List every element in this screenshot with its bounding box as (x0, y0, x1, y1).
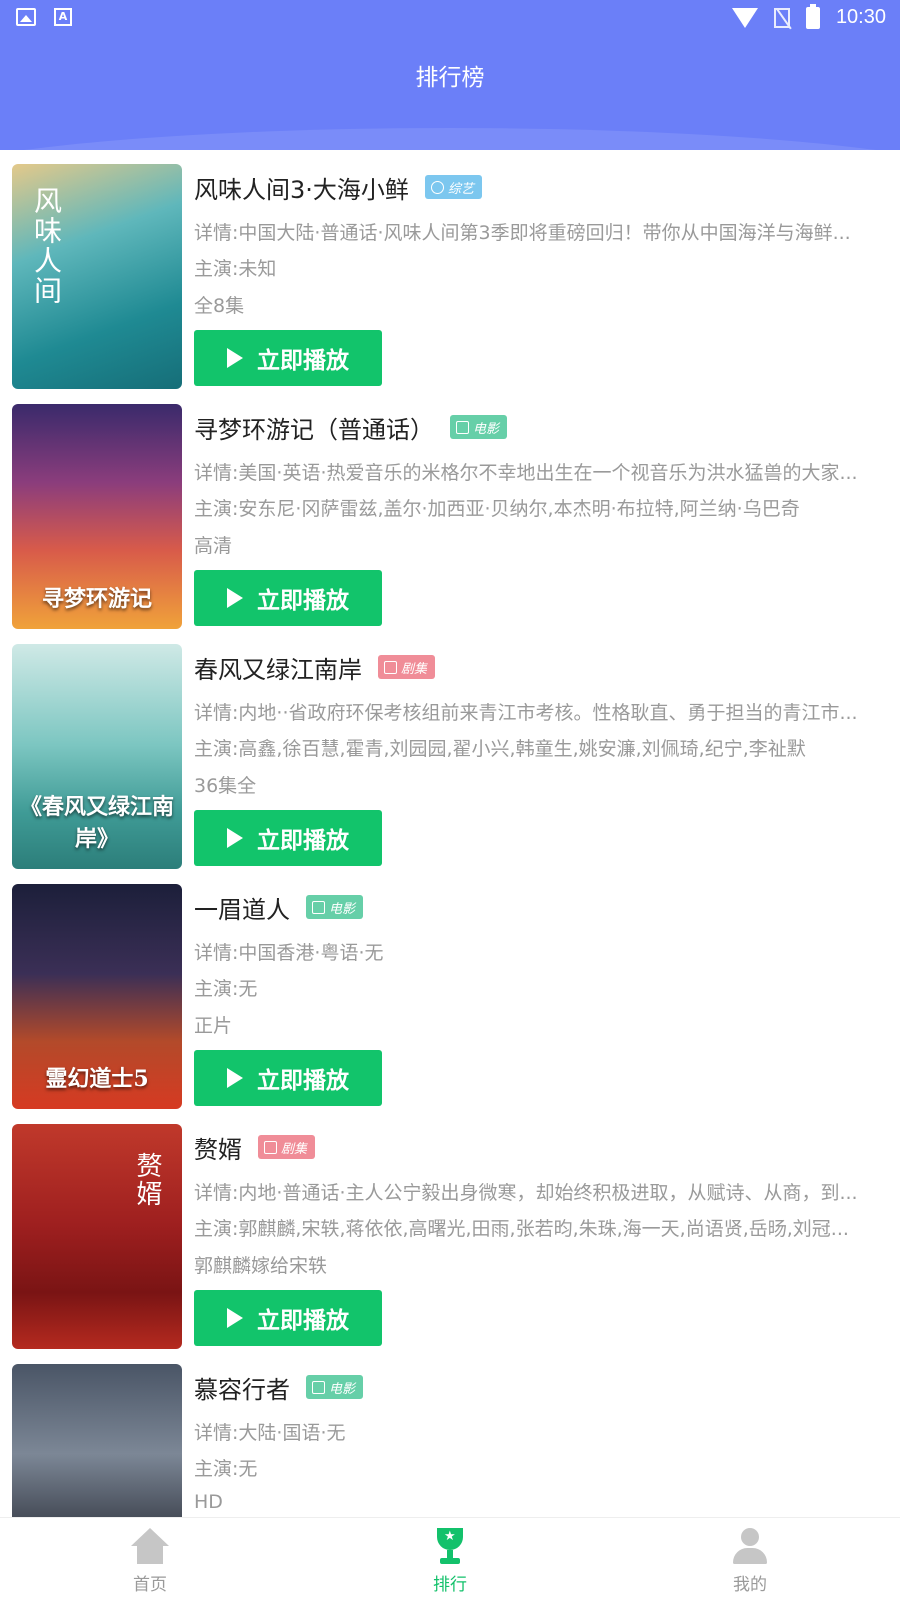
no-sim-icon (773, 7, 790, 28)
category-label: 电影 (473, 421, 500, 437)
category-label: 电影 (329, 901, 356, 917)
play-icon (227, 348, 243, 368)
poster-title: 赘婿 (132, 1152, 162, 1208)
play-now-button[interactable]: 立即播放 (194, 1290, 382, 1346)
play-now-button[interactable]: 立即播放 (194, 330, 382, 386)
item-detail: 详情:内地··省政府环保考核组前来青江市考核。性格耿直、勇于担当的青江市... (194, 702, 858, 724)
category-badge: 剧集 (258, 1135, 316, 1159)
status-time: 10:30 (835, 6, 886, 28)
poster-title: 寻梦环游记 (41, 586, 152, 612)
category-icon (456, 420, 469, 434)
trophy-icon: ★ (431, 1528, 469, 1568)
play-now-button[interactable]: 立即播放 (194, 810, 382, 866)
item-title[interactable]: 春风又绿江南岸 (194, 650, 362, 685)
tab-ranking[interactable]: ★ 排行 (300, 1518, 600, 1601)
category-badge: 电影 (306, 895, 364, 919)
tab-ranking-label: 排行 (433, 1575, 467, 1595)
status-bar: A 10:30 (0, 0, 900, 40)
item-title[interactable]: 一眉道人 (194, 890, 290, 925)
item-episode-info: HD (194, 1491, 223, 1513)
item-cast: 主演:无 (194, 1458, 258, 1480)
item-episode-info: 高清 (194, 535, 233, 557)
page-title: 排行榜 (415, 65, 485, 91)
poster-image[interactable]: 风味人间 (12, 164, 182, 389)
item-cast: 主演:高鑫,徐百慧,霍青,刘园园,翟小兴,韩童生,姚安濂,刘佩琦,纪宁,李祉默 (194, 738, 806, 760)
poster-title: 风味人间 (30, 186, 63, 306)
poster-image[interactable]: 霊幻道士5 (12, 884, 182, 1109)
category-icon (312, 900, 325, 914)
list-item[interactable]: 霊幻道士5 一眉道人 电影 详情:中国香港·粤语·无 主演:无 正片 立即播放 (0, 870, 900, 1110)
poster-image[interactable]: 慕容行者 (12, 1364, 182, 1517)
image-notification-icon (16, 8, 36, 26)
poster-image[interactable]: 寻梦环游记 (12, 404, 182, 629)
item-detail: 详情:美国·英语·热爱音乐的米格尔不幸地出生在一个视音乐为洪水猛兽的大家... (194, 462, 858, 484)
user-icon (731, 1528, 769, 1566)
tab-home-label: 首页 (133, 1575, 167, 1595)
play-button-label: 立即播放 (257, 348, 349, 374)
play-icon (227, 1308, 243, 1328)
home-icon (131, 1528, 169, 1566)
battery-icon (805, 3, 820, 29)
header-wave (0, 128, 900, 150)
play-icon (227, 1068, 243, 1088)
item-detail: 详情:大陆·国语·无 (194, 1422, 346, 1444)
item-title[interactable]: 慕容行者 (194, 1370, 290, 1405)
poster-title: 《春风又绿江南岸》 (19, 794, 174, 852)
play-button-label: 立即播放 (257, 588, 349, 614)
item-title[interactable]: 风味人间3·大海小鲜 (194, 170, 409, 205)
category-label: 电影 (329, 1381, 356, 1397)
category-badge: 综艺 (424, 175, 482, 199)
list-item[interactable]: 《春风又绿江南岸》 春风又绿江南岸 剧集 详情:内地··省政府环保考核组前来青江… (0, 630, 900, 870)
category-badge: 电影 (306, 1375, 364, 1399)
item-detail: 详情:内地·普通话·主人公宁毅出身微寒，却始终积极进取，从赋诗、从商，到... (194, 1182, 858, 1204)
item-cast: 主演:未知 (194, 258, 277, 280)
wifi-icon (731, 7, 758, 28)
header-bar: A 10:30 排行榜 (0, 0, 900, 150)
ranking-list[interactable]: 风味人间 风味人间3·大海小鲜 综艺 详情:中国大陆·普通话·风味人间第3季即将… (0, 150, 900, 1517)
category-label: 剧集 (401, 661, 428, 677)
list-item[interactable]: 寻梦环游记 寻梦环游记（普通话） 电影 详情:美国·英语·热爱音乐的米格尔不幸地… (0, 390, 900, 630)
tab-home[interactable]: 首页 (0, 1518, 300, 1601)
play-button-label: 立即播放 (257, 828, 349, 854)
list-item[interactable]: 赘婿 赘婿 剧集 详情:内地·普通话·主人公宁毅出身微寒，却始终积极进取，从赋诗… (0, 1110, 900, 1350)
item-cast: 主演:无 (194, 978, 258, 1000)
item-title[interactable]: 赘婿 (194, 1130, 242, 1165)
play-now-button[interactable]: 立即播放 (194, 570, 382, 626)
category-icon (264, 1140, 277, 1154)
play-icon (227, 828, 243, 848)
tab-mine-label: 我的 (733, 1575, 767, 1595)
item-cast: 主演:安东尼·冈萨雷兹,盖尔·加西亚·贝纳尔,本杰明·布拉特,阿兰纳·乌巴奇 (194, 498, 800, 520)
item-detail: 详情:中国大陆·普通话·风味人间第3季即将重磅回归！带你从中国海洋与海鲜... (194, 222, 851, 244)
item-detail: 详情:中国香港·粤语·无 (194, 942, 384, 964)
category-label: 综艺 (447, 181, 474, 197)
poster-image[interactable]: 《春风又绿江南岸》 (12, 644, 182, 869)
poster-title: 霊幻道士5 (45, 1066, 149, 1092)
play-button-label: 立即播放 (257, 1308, 349, 1334)
category-icon (430, 180, 444, 194)
list-item[interactable]: 慕容行者 慕容行者 电影 详情:大陆·国语·无 主演:无 HD 立即播放 (0, 1350, 900, 1517)
play-button-label: 立即播放 (257, 1068, 349, 1094)
poster-image[interactable]: 赘婿 (12, 1124, 182, 1349)
category-icon (312, 1380, 325, 1394)
text-notification-icon: A (54, 8, 72, 26)
play-now-button[interactable]: 立即播放 (194, 1050, 382, 1106)
category-badge: 电影 (450, 415, 508, 439)
tab-mine[interactable]: 我的 (600, 1518, 900, 1601)
list-item[interactable]: 风味人间 风味人间3·大海小鲜 综艺 详情:中国大陆·普通话·风味人间第3季即将… (0, 150, 900, 390)
item-episode-info: 36集全 (194, 775, 257, 797)
item-cast: 主演:郭麒麟,宋轶,蒋依依,高曙光,田雨,张若昀,朱珠,海一天,尚语贤,岳旸,刘… (194, 1218, 849, 1240)
item-episode-info: 郭麒麟嫁给宋轶 (194, 1255, 328, 1277)
item-episode-info: 正片 (194, 1015, 233, 1037)
item-episode-info: 全8集 (194, 295, 245, 317)
category-label: 剧集 (281, 1141, 308, 1157)
bottom-navigation: 首页 ★ 排行 我的 (0, 1517, 900, 1601)
play-icon (227, 588, 243, 608)
category-badge: 剧集 (378, 655, 436, 679)
category-icon (384, 660, 397, 674)
item-title[interactable]: 寻梦环游记（普通话） (194, 410, 434, 445)
